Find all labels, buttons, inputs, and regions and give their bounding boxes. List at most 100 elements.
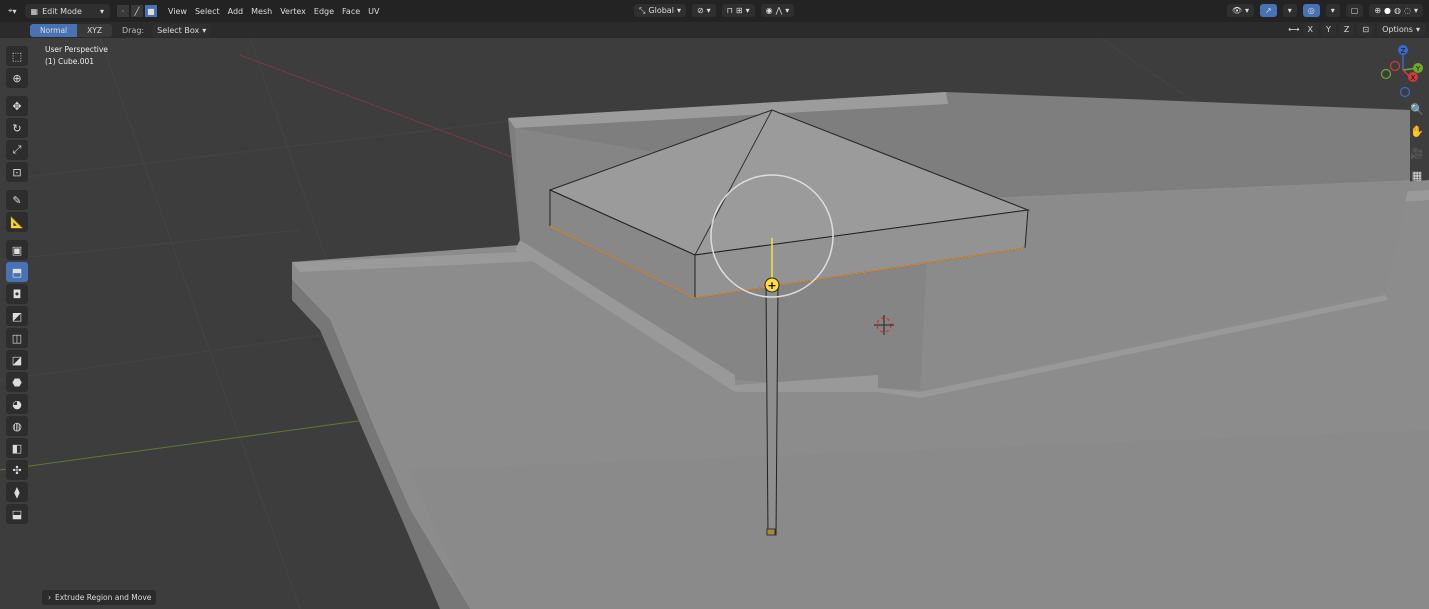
overlay-icon: ◎ — [1307, 6, 1315, 15]
chevron-down-icon: ▾ — [1413, 6, 1418, 15]
menu-select[interactable]: Select — [191, 4, 224, 18]
menu-vertex[interactable]: Vertex — [276, 4, 310, 18]
select-mode-group: · ╱ ■ — [115, 4, 158, 18]
bevel-icon[interactable]: ◩ — [6, 306, 28, 326]
vertex-select-icon[interactable]: · — [115, 4, 130, 18]
auto-merge-icon[interactable]: ⊡ — [1357, 23, 1375, 36]
poly-build-icon[interactable]: ⬣ — [6, 372, 28, 392]
navigation-gizmo[interactable]: Z Y X — [1375, 44, 1423, 100]
mode-label: Edit Mode — [42, 6, 82, 16]
transform-orientation-dropdown[interactable]: ⤡ Global ▾ — [634, 4, 686, 17]
edge-select-icon[interactable]: ╱ — [129, 4, 144, 18]
gizmo-x-label: X — [1411, 74, 1416, 82]
shading-group[interactable]: ⊕ ● ◍ ◌ ▾ — [1369, 4, 1423, 17]
annotate-icon[interactable]: ✎ — [6, 190, 28, 210]
gizmo-neg-z[interactable] — [1399, 86, 1411, 98]
wireframe-shading-icon[interactable]: ⊕ — [1374, 6, 1381, 15]
mode-icon: ▦ — [30, 6, 39, 16]
xyz-button[interactable]: XYZ — [77, 23, 112, 37]
menu-mesh[interactable]: Mesh — [247, 4, 276, 18]
grid-icon[interactable]: ▦ — [1409, 167, 1425, 183]
right-tools: 👁 ▾ ↗ ▾ ◎ ▾ ▢ ⊕ ● ◍ ◌ ▾ — [1226, 4, 1423, 17]
cursor-icon[interactable]: ⊕ — [6, 68, 28, 88]
select-box-icon[interactable]: ⬚ — [6, 46, 28, 66]
editor-type-button[interactable]: ⌖ ▾ — [4, 4, 21, 18]
scale-icon[interactable]: ⤢ — [6, 140, 28, 160]
gizmo-z-label: Z — [1401, 47, 1406, 55]
gizmo-dropdown[interactable]: ▾ — [1282, 4, 1297, 17]
gizmo-y-label: Y — [1415, 65, 1421, 73]
snap-icon: ⊓ — [726, 6, 733, 15]
overlay-toggle[interactable]: ◎ — [1302, 4, 1320, 17]
axis-z-toggle[interactable]: Z — [1338, 23, 1355, 36]
loop-cut-icon[interactable]: ◫ — [6, 328, 28, 348]
axis-y-toggle[interactable]: Y — [1321, 23, 1336, 36]
zoom-icon[interactable]: 🔍 — [1409, 101, 1425, 117]
material-shading-icon[interactable]: ◍ — [1394, 6, 1401, 15]
solid-shading-icon[interactable]: ● — [1384, 6, 1391, 15]
proportional-controls[interactable]: ◉ ⋀ ▾ — [760, 4, 795, 17]
spin-icon[interactable]: ◕ — [6, 394, 28, 414]
edge-slide-icon[interactable]: ◧ — [6, 438, 28, 458]
menu-face[interactable]: Face — [338, 4, 364, 18]
shrink-fatten-icon[interactable]: ✣ — [6, 460, 28, 480]
face-select-icon[interactable]: ■ — [143, 4, 158, 18]
proportional-icon: ◉ — [765, 6, 773, 15]
tool-settings-bar: Normal XYZ Drag: Select Box ▾ ⟷ X Y Z ⊡ … — [0, 22, 1429, 38]
xray-icon: ▢ — [1350, 6, 1359, 15]
extruded-pillar[interactable] — [765, 285, 779, 536]
chevron-down-icon: ▾ — [706, 6, 711, 15]
pivot-dropdown[interactable]: ⊘ ▾ — [691, 4, 716, 17]
move-icon[interactable]: ✥ — [6, 96, 28, 116]
shear-icon[interactable]: ⧫ — [6, 482, 28, 502]
header-bar: ⌖ ▾ ▦ Edit Mode ▾ · ╱ ■ View Select Add M… — [0, 0, 1429, 23]
transform-icon[interactable]: ⊡ — [6, 162, 28, 182]
camera-icon[interactable]: 🎥 — [1409, 145, 1425, 161]
add-cube-icon[interactable]: ▣ — [6, 240, 28, 260]
chevron-down-icon: ▾ — [745, 6, 750, 15]
operator-label: Extrude Region and Move — [55, 593, 152, 602]
select-box-label: Select Box — [157, 25, 200, 35]
menu-add[interactable]: Add — [224, 4, 248, 18]
perspective-label: User Perspective — [45, 45, 108, 54]
gizmo-neg-y[interactable] — [1380, 68, 1392, 80]
smooth-icon[interactable]: ◍ — [6, 416, 28, 436]
rendered-shading-icon[interactable]: ◌ — [1404, 6, 1411, 15]
menu-edge[interactable]: Edge — [310, 4, 338, 18]
chevron-down-icon: ▾ — [99, 6, 104, 16]
knife-icon[interactable]: ◪ — [6, 350, 28, 370]
chevron-down-icon: ▾ — [676, 6, 681, 15]
chevron-down-icon: ▾ — [1245, 6, 1250, 15]
inset-icon[interactable]: ◘ — [6, 284, 28, 304]
gizmo-toggle[interactable]: ↗ — [1260, 4, 1277, 17]
options-dropdown[interactable]: Options ▾ — [1377, 23, 1425, 36]
measure-icon[interactable]: 📐 — [6, 212, 28, 232]
pan-icon[interactable]: ✋ — [1409, 123, 1425, 139]
menu-view[interactable]: View — [164, 4, 191, 18]
mode-dropdown[interactable]: ▦ Edit Mode ▾ — [24, 4, 110, 18]
center-tools: ⤡ Global ▾ ⊘ ▾ ⊓ ⊞ ▾ ◉ ⋀ ▾ — [634, 4, 795, 17]
xray-toggle[interactable]: ▢ — [1345, 4, 1364, 17]
overlay-dropdown[interactable]: ▾ — [1325, 4, 1340, 17]
operator-redo-panel[interactable]: › Extrude Region and Move — [42, 590, 156, 605]
visibility-dropdown[interactable]: 👁 ▾ — [1226, 4, 1255, 17]
menu-uv[interactable]: UV — [364, 4, 383, 18]
drag-label: Drag: — [122, 25, 145, 35]
extrude-icon[interactable]: ⬒ — [6, 262, 28, 282]
snap-controls[interactable]: ⊓ ⊞ ▾ — [721, 4, 755, 17]
chevron-down-icon: ▾ — [1287, 6, 1292, 15]
chevron-down-icon: ▾ — [12, 6, 17, 16]
visibility-icon: 👁 — [1231, 6, 1243, 15]
gizmo-neg-x[interactable] — [1389, 60, 1401, 72]
rotate-icon[interactable]: ↻ — [6, 118, 28, 138]
select-box-dropdown[interactable]: Select Box ▾ — [152, 23, 212, 37]
viewport-scene[interactable]: + — [0, 38, 1429, 609]
rip-icon[interactable]: ⬓ — [6, 504, 28, 524]
axis-x-toggle[interactable]: X — [1302, 23, 1319, 36]
chevron-down-icon: ▾ — [1415, 25, 1420, 34]
viewport-info: User Perspective (1) Cube.001 — [45, 44, 108, 68]
x-axis-line — [239, 54, 521, 161]
3d-viewport[interactable]: + — [0, 38, 1429, 609]
normal-button[interactable]: Normal — [30, 23, 78, 37]
toolbox: ⬚ ⊕ ✥ ↻ ⤢ ⊡ ✎ 📐 ▣ ⬒ ◘ ◩ ◫ ◪ ⬣ ◕ ◍ ◧ ✣ ⧫ … — [6, 46, 30, 524]
